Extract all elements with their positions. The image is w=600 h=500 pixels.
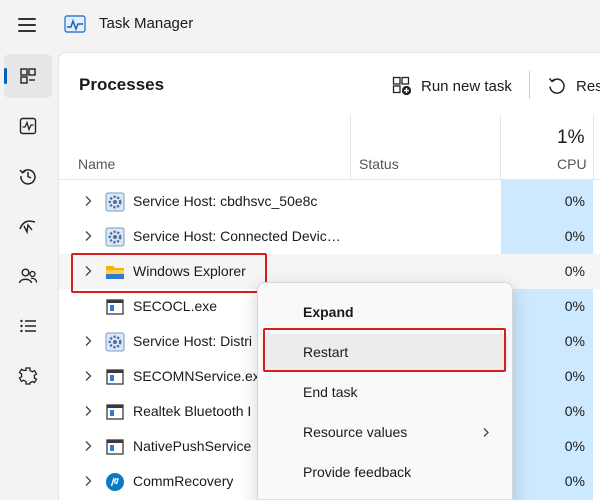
column-separator [350, 115, 351, 179]
column-header-status[interactable]: Status [359, 156, 399, 172]
chevron-right-icon[interactable] [83, 475, 93, 487]
gear-icon [105, 227, 125, 247]
chevron-right-icon[interactable] [83, 335, 93, 347]
window-icon [106, 299, 124, 315]
run-new-task-label: Run new task [421, 77, 512, 95]
gear-icon [105, 192, 125, 212]
process-name: SECOMNService.ex [133, 368, 260, 384]
process-cpu: 0% [564, 263, 585, 279]
window-icon [106, 404, 124, 420]
gear-icon [105, 332, 125, 352]
chevron-right-icon[interactable] [83, 370, 93, 382]
table-row[interactable]: Service Host: Connected Devic… 0% [59, 219, 600, 254]
menu-item-resource-values[interactable]: Resource values [262, 414, 508, 450]
nav-services[interactable] [4, 354, 52, 398]
processes-icon [20, 68, 36, 84]
menu-item-provide-feedback[interactable]: Provide feedback [262, 454, 508, 490]
chevron-right-icon[interactable] [83, 440, 93, 452]
title-bar: Task Manager [0, 0, 600, 50]
cpu-total-percent: 1% [557, 127, 585, 148]
column-header-name[interactable]: Name [78, 156, 115, 172]
process-name: Service Host: Distri [133, 333, 253, 349]
windows-explorer-highlight-box [71, 253, 267, 293]
nav-startup-apps[interactable] [4, 204, 52, 248]
process-name: Service Host: cbdhsvc_50e8c [133, 193, 318, 209]
process-cpu: 0% [564, 228, 585, 244]
process-cpu: 0% [564, 473, 585, 489]
restart-task-button[interactable]: Res [547, 71, 600, 101]
window-title: Task Manager [99, 15, 194, 32]
process-cpu: 0% [564, 193, 585, 209]
column-separator [593, 115, 594, 179]
context-menu: Expand Restart End task Resource values … [257, 282, 514, 500]
menu-item-end-task[interactable]: End task [262, 374, 508, 410]
nav-processes[interactable] [4, 54, 52, 98]
nav-details[interactable] [4, 304, 52, 348]
process-cpu: 0% [564, 438, 585, 454]
navigation-sidebar [0, 52, 56, 500]
restart-highlight-box [263, 328, 506, 372]
process-name: Service Host: Connected Devic… [133, 228, 341, 244]
nav-users[interactable] [4, 254, 52, 298]
restart-icon [548, 78, 565, 94]
nav-app-history[interactable] [4, 154, 52, 198]
details-icon [20, 319, 36, 333]
startup-apps-icon [19, 220, 36, 235]
run-new-task-icon [392, 76, 412, 96]
toolbar-divider [529, 71, 530, 99]
hp-icon [106, 473, 124, 491]
process-cpu: 0% [564, 403, 585, 419]
task-manager-app-icon [64, 15, 86, 33]
page-title: Processes [79, 75, 165, 94]
column-separator [500, 115, 501, 179]
column-header-cpu[interactable]: CPU [557, 156, 587, 172]
run-new-task-button[interactable]: Run new task [392, 71, 512, 101]
table-row[interactable]: Service Host: cbdhsvc_50e8c 0% [59, 184, 600, 219]
process-cpu: 0% [564, 333, 585, 349]
app-history-icon [19, 169, 36, 185]
process-name: SECOCL.exe [133, 298, 218, 314]
menu-item-expand[interactable]: Expand [262, 294, 508, 330]
chevron-right-icon[interactable] [83, 405, 93, 417]
process-name: Realtek Bluetooth I [133, 403, 252, 419]
process-cpu: 0% [564, 368, 585, 384]
restart-task-label: Res [576, 77, 600, 95]
process-name: CommRecovery [133, 473, 234, 489]
hamburger-menu-icon[interactable] [14, 14, 40, 36]
process-name: NativePushService [133, 438, 252, 454]
chevron-right-icon[interactable] [83, 230, 93, 242]
performance-icon [19, 117, 37, 135]
users-icon [18, 268, 38, 284]
window-icon [106, 439, 124, 455]
process-cpu: 0% [564, 298, 585, 314]
submenu-arrow-icon [483, 428, 489, 437]
services-icon [18, 367, 38, 385]
window-icon [106, 369, 124, 385]
chevron-right-icon[interactable] [83, 195, 93, 207]
resource-values-label: Resource values [303, 424, 408, 440]
nav-performance[interactable] [4, 104, 52, 148]
